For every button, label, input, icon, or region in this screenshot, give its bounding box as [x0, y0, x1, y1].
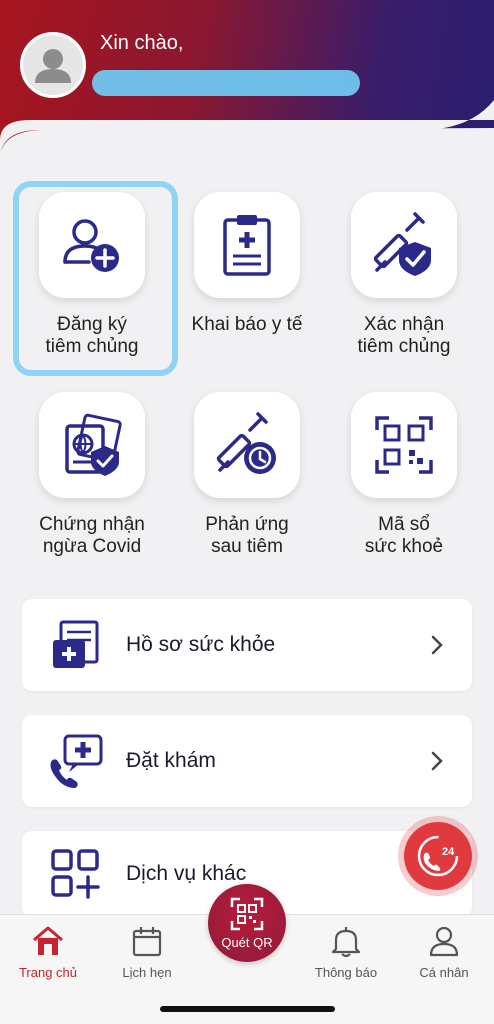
chevron-right-icon: [431, 635, 443, 655]
tile-register-vaccination[interactable]: Đăng ký tiêm chủng: [22, 192, 162, 358]
header-curve: [0, 100, 494, 160]
tile-icon-box: [351, 392, 457, 498]
card-book-appointment[interactable]: Đặt khám: [22, 715, 472, 807]
syringe-shield-icon: [373, 212, 431, 276]
home-icon: [33, 926, 63, 955]
tile-icon-box: [194, 392, 300, 498]
tile-health-book-code[interactable]: Mã sổ sức khoẻ: [334, 392, 474, 558]
redacted-username: [92, 70, 360, 96]
user-avatar-icon: [35, 49, 71, 83]
tile-icon-box: [39, 192, 145, 298]
tile-vaccination-confirmation[interactable]: Xác nhận tiêm chủng: [334, 192, 474, 358]
tile-label: Phản ứng sau tiêm: [205, 514, 289, 557]
card-label: Dịch vụ khác: [126, 862, 247, 885]
nav-home[interactable]: Trang chủ: [8, 925, 88, 980]
card-health-record[interactable]: Hồ sơ sức khỏe: [22, 599, 472, 691]
qr-scan-icon: [230, 897, 264, 930]
tile-health-declaration[interactable]: Khai báo y tế: [177, 192, 317, 336]
qr-code-icon: [375, 416, 433, 474]
avatar[interactable]: [20, 32, 86, 98]
tile-label: Mã sổ sức khoẻ: [364, 514, 444, 557]
add-user-icon: [63, 219, 119, 272]
tile-covid-certificate[interactable]: Chứng nhận ngừa Covid: [22, 392, 162, 558]
tile-icon-box: [194, 192, 300, 298]
nav-profile-label: Cá nhân: [419, 965, 469, 980]
tile-label: Xác nhận tiêm chủng: [357, 314, 451, 357]
syringe-clock-icon: [216, 412, 276, 474]
grid-plus-icon: [46, 844, 106, 904]
tile-label: Khai báo y tế: [191, 314, 303, 335]
clipboard-medical-icon: [223, 215, 271, 276]
greeting-text: Xin chào,: [100, 32, 184, 54]
nav-profile[interactable]: Cá nhân: [404, 925, 484, 980]
nav-schedule-label: Lịch hẹn: [122, 965, 172, 980]
home-indicator: [160, 1006, 335, 1012]
scan-qr-button[interactable]: Quét QR: [208, 884, 286, 962]
nav-home-label: Trang chủ: [18, 965, 78, 980]
nav-notifications[interactable]: Thông báo: [306, 925, 386, 980]
tile-label: Chứng nhận ngừa Covid: [39, 514, 145, 557]
health-record-icon: [46, 615, 106, 675]
hotline-24h-button[interactable]: 24: [404, 822, 472, 890]
tile-post-vaccination-reaction[interactable]: Phản ứng sau tiêm: [177, 392, 317, 558]
phone-24h-icon: 24: [417, 835, 459, 877]
nav-notifications-label: Thông báo: [314, 965, 378, 980]
hotline-label: 24: [442, 846, 455, 858]
person-icon: [429, 926, 459, 957]
nav-schedule[interactable]: Lịch hẹn: [107, 925, 187, 980]
tile-icon-box: [351, 192, 457, 298]
passport-shield-icon: [65, 413, 122, 476]
chevron-right-icon: [431, 751, 443, 771]
bell-icon: [331, 927, 361, 957]
card-label: Hồ sơ sức khỏe: [126, 633, 276, 656]
tile-label: Đăng ký tiêm chủng: [45, 314, 139, 357]
tile-icon-box: [39, 392, 145, 498]
scan-qr-label: Quét QR: [221, 934, 273, 950]
card-label: Đặt khám: [126, 749, 216, 772]
calendar-icon: [132, 927, 162, 957]
phone-medical-icon: [46, 731, 106, 791]
